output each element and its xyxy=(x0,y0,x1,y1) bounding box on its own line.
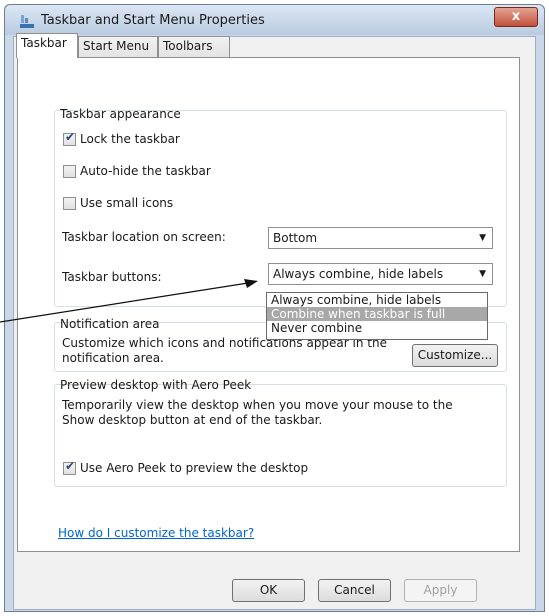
chevron-down-icon: ▼ xyxy=(479,269,486,279)
dropdown-option[interactable]: Always combine, hide labels xyxy=(267,293,487,307)
aero-peek-description: Temporarily view the desktop when you mo… xyxy=(62,398,453,427)
small-icons-option[interactable]: Use small icons xyxy=(63,195,263,213)
notification-area-description: Customize which icons and notifications … xyxy=(62,336,387,365)
use-aero-peek-checkbox[interactable]: ✔ xyxy=(63,459,76,475)
lock-taskbar-checkbox[interactable]: ✔ xyxy=(63,130,76,146)
taskbar-buttons-select[interactable]: Always combine, hide labels ▼ xyxy=(268,263,493,285)
customize-button[interactable]: Customize... xyxy=(412,344,498,367)
title-bar[interactable]: Taskbar and Start Menu Properties x xyxy=(5,5,544,35)
taskbar-appearance-title: Taskbar appearance xyxy=(60,107,181,121)
apply-button[interactable]: Apply xyxy=(404,579,477,602)
taskbar-buttons-dropdown: Always combine, hide labels Combine when… xyxy=(266,292,488,340)
dropdown-option-highlighted[interactable]: Combine when taskbar is full xyxy=(267,307,487,321)
tab-taskbar[interactable]: Taskbar xyxy=(16,33,78,58)
checkmark-icon: ✔ xyxy=(65,130,76,144)
taskbar-buttons-value: Always combine, hide labels xyxy=(273,267,444,281)
autohide-option[interactable]: Auto-hide the taskbar xyxy=(63,163,263,181)
small-icons-label: Use small icons xyxy=(80,196,174,210)
notification-area-title: Notification area xyxy=(60,317,160,331)
checkmark-icon: ✔ xyxy=(65,459,76,473)
location-label: Taskbar location on screen: xyxy=(62,230,226,244)
location-value: Bottom xyxy=(273,231,318,245)
use-aero-peek-label: Use Aero Peek to preview the desktop xyxy=(80,461,309,475)
lock-taskbar-label: Lock the taskbar xyxy=(80,132,180,146)
autohide-checkbox[interactable] xyxy=(63,165,76,178)
tab-start-menu[interactable]: Start Menu xyxy=(78,36,158,57)
cancel-button[interactable]: Cancel xyxy=(318,579,391,602)
autohide-label: Auto-hide the taskbar xyxy=(80,164,211,178)
taskbar-app-icon xyxy=(20,15,34,28)
ok-button[interactable]: OK xyxy=(232,579,305,602)
window-title: Taskbar and Start Menu Properties xyxy=(41,13,265,28)
use-aero-peek-option[interactable]: ✔ Use Aero Peek to preview the desktop xyxy=(63,459,363,478)
location-select[interactable]: Bottom ▼ xyxy=(268,227,493,249)
taskbar-buttons-label: Taskbar buttons: xyxy=(62,270,162,284)
dropdown-option[interactable]: Never combine xyxy=(267,321,487,335)
lock-taskbar-option[interactable]: ✔ Lock the taskbar xyxy=(63,130,263,149)
close-button[interactable]: x xyxy=(494,7,538,27)
aero-peek-title: Preview desktop with Aero Peek xyxy=(60,378,252,392)
tab-toolbars[interactable]: Toolbars xyxy=(158,36,230,57)
small-icons-checkbox[interactable] xyxy=(63,197,76,210)
help-link[interactable]: How do I customize the taskbar? xyxy=(58,526,254,540)
chevron-down-icon: ▼ xyxy=(479,233,486,243)
